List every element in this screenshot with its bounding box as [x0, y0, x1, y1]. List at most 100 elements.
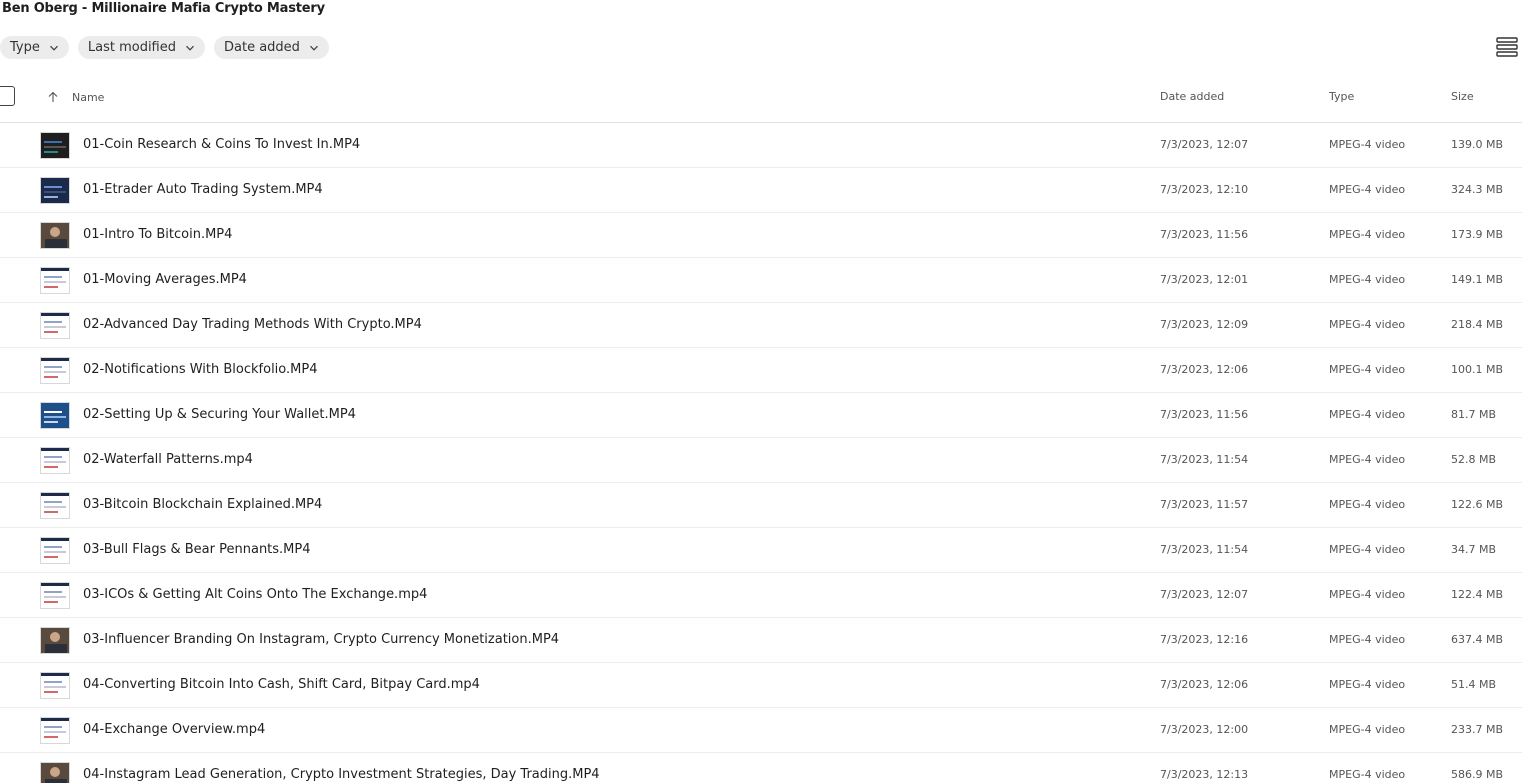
list-view-icon[interactable]	[1496, 36, 1518, 58]
file-row[interactable]: 04-Converting Bitcoin Into Cash, Shift C…	[0, 663, 1522, 708]
file-type: MPEG-4 video	[1329, 588, 1406, 601]
file-name[interactable]: 03-Influencer Branding On Instagram, Cry…	[83, 632, 559, 647]
filter-bar: Type Last modified Date added	[0, 36, 329, 59]
file-name[interactable]: 01-Etrader Auto Trading System.MP4	[83, 182, 323, 197]
file-type: MPEG-4 video	[1329, 138, 1406, 151]
filter-label: Date added	[224, 40, 300, 55]
file-type: MPEG-4 video	[1329, 723, 1406, 736]
file-type: MPEG-4 video	[1329, 633, 1406, 646]
select-all-checkbox[interactable]	[0, 86, 15, 106]
file-size: 51.4 MB	[1451, 678, 1497, 691]
file-size: 100.1 MB	[1451, 363, 1504, 376]
file-row[interactable]: 03-ICOs & Getting Alt Coins Onto The Exc…	[0, 573, 1522, 618]
file-type: MPEG-4 video	[1329, 543, 1406, 556]
file-size: 324.3 MB	[1451, 183, 1504, 196]
table-header: Name Date added Type Size	[0, 85, 1522, 123]
file-row[interactable]: 01-Moving Averages.MP4 7/3/2023, 12:01 MPE…	[0, 258, 1522, 303]
file-size: 81.7 MB	[1451, 408, 1497, 421]
filter-label: Type	[10, 40, 40, 55]
file-size: 233.7 MB	[1451, 723, 1504, 736]
filter-last-modified-chip[interactable]: Last modified	[77, 36, 205, 59]
video-thumbnail	[40, 312, 70, 339]
file-row[interactable]: 01-Intro To Bitcoin.MP4 7/3/2023, 11:56 MP…	[0, 213, 1522, 258]
file-date-added: 7/3/2023, 11:56	[1160, 408, 1249, 421]
file-type: MPEG-4 video	[1329, 273, 1406, 286]
file-name[interactable]: 03-Bitcoin Blockchain Explained.MP4	[83, 497, 322, 512]
file-type: MPEG-4 video	[1329, 453, 1406, 466]
file-row[interactable]: 04-Exchange Overview.mp4 7/3/2023, 12:00 M…	[0, 708, 1522, 753]
chevron-down-icon	[186, 45, 194, 51]
file-date-added: 7/3/2023, 12:07	[1160, 588, 1249, 601]
video-thumbnail	[40, 222, 70, 249]
column-header-size[interactable]: Size	[1451, 90, 1474, 103]
video-thumbnail	[40, 132, 70, 159]
file-date-added: 7/3/2023, 11:54	[1160, 543, 1249, 556]
file-name[interactable]: 02-Advanced Day Trading Methods With Cry…	[83, 317, 422, 332]
file-size: 122.6 MB	[1451, 498, 1504, 511]
video-thumbnail	[40, 492, 70, 519]
file-name[interactable]: 02-Setting Up & Securing Your Wallet.MP4	[83, 407, 356, 422]
file-row[interactable]: 02-Notifications With Blockfolio.MP4 7/3/…	[0, 348, 1522, 393]
column-header-type[interactable]: Type	[1329, 90, 1354, 103]
file-name[interactable]: 01-Intro To Bitcoin.MP4	[83, 227, 232, 242]
file-size: 173.9 MB	[1451, 228, 1504, 241]
file-date-added: 7/3/2023, 12:13	[1160, 768, 1249, 781]
file-date-added: 7/3/2023, 11:54	[1160, 453, 1249, 466]
file-size: 586.9 MB	[1451, 768, 1504, 781]
file-date-added: 7/3/2023, 11:56	[1160, 228, 1249, 241]
file-name[interactable]: 04-Instagram Lead Generation, Crypto Inv…	[83, 767, 600, 782]
column-header-date-added[interactable]: Date added	[1160, 90, 1224, 103]
file-row[interactable]: 01-Coin Research & Coins To Invest In.MP…	[0, 123, 1522, 168]
file-row[interactable]: 02-Setting Up & Securing Your Wallet.MP4…	[0, 393, 1522, 438]
file-type: MPEG-4 video	[1329, 498, 1406, 511]
file-row[interactable]: 03-Bitcoin Blockchain Explained.MP4 7/3/2…	[0, 483, 1522, 528]
video-thumbnail	[40, 672, 70, 699]
arrow-up-icon[interactable]	[47, 91, 59, 103]
file-row[interactable]: 03-Bull Flags & Bear Pennants.MP4 7/3/202…	[0, 528, 1522, 573]
file-size: 139.0 MB	[1451, 138, 1504, 151]
file-type: MPEG-4 video	[1329, 318, 1406, 331]
file-row[interactable]: 03-Influencer Branding On Instagram, Cry…	[0, 618, 1522, 663]
filter-label: Last modified	[87, 40, 176, 55]
column-header-name[interactable]: Name	[72, 91, 104, 104]
file-date-added: 7/3/2023, 12:10	[1160, 183, 1249, 196]
video-thumbnail	[40, 357, 70, 384]
file-size: 34.7 MB	[1451, 543, 1497, 556]
file-type: MPEG-4 video	[1329, 678, 1406, 691]
file-list: 01-Coin Research & Coins To Invest In.MP…	[0, 123, 1522, 783]
file-name[interactable]: 03-ICOs & Getting Alt Coins Onto The Exc…	[83, 587, 427, 602]
video-thumbnail	[40, 717, 70, 744]
file-size: 149.1 MB	[1451, 273, 1504, 286]
file-date-added: 7/3/2023, 12:01	[1160, 273, 1249, 286]
file-name[interactable]: 02-Notifications With Blockfolio.MP4	[83, 362, 317, 377]
file-name[interactable]: 01-Coin Research & Coins To Invest In.MP…	[83, 137, 360, 152]
file-date-added: 7/3/2023, 11:57	[1160, 498, 1249, 511]
file-row[interactable]: 04-Instagram Lead Generation, Crypto Inv…	[0, 753, 1522, 783]
file-name[interactable]: 01-Moving Averages.MP4	[83, 272, 247, 287]
file-date-added: 7/3/2023, 12:07	[1160, 138, 1249, 151]
file-type: MPEG-4 video	[1329, 768, 1406, 781]
file-row[interactable]: 02-Advanced Day Trading Methods With Cry…	[0, 303, 1522, 348]
video-thumbnail	[40, 762, 70, 783]
file-name[interactable]: 02-Waterfall Patterns.mp4	[83, 452, 253, 467]
file-date-added: 7/3/2023, 12:06	[1160, 363, 1249, 376]
file-row[interactable]: 02-Waterfall Patterns.mp4 7/3/2023, 11:54…	[0, 438, 1522, 483]
video-thumbnail	[40, 402, 70, 429]
video-thumbnail	[40, 582, 70, 609]
file-type: MPEG-4 video	[1329, 183, 1406, 196]
file-type: MPEG-4 video	[1329, 228, 1406, 241]
filter-type-chip[interactable]: Type	[0, 36, 69, 59]
filter-date-added-chip[interactable]: Date added	[214, 36, 329, 59]
file-name[interactable]: 04-Exchange Overview.mp4	[83, 722, 265, 737]
video-thumbnail	[40, 447, 70, 474]
file-date-added: 7/3/2023, 12:09	[1160, 318, 1249, 331]
file-date-added: 7/3/2023, 12:06	[1160, 678, 1249, 691]
file-type: MPEG-4 video	[1329, 408, 1406, 421]
video-thumbnail	[40, 537, 70, 564]
file-name[interactable]: 03-Bull Flags & Bear Pennants.MP4	[83, 542, 311, 557]
video-thumbnail	[40, 177, 70, 204]
file-row[interactable]: 01-Etrader Auto Trading System.MP4 7/3/20…	[0, 168, 1522, 213]
file-name[interactable]: 04-Converting Bitcoin Into Cash, Shift C…	[83, 677, 480, 692]
file-date-added: 7/3/2023, 12:00	[1160, 723, 1249, 736]
file-size: 637.4 MB	[1451, 633, 1504, 646]
